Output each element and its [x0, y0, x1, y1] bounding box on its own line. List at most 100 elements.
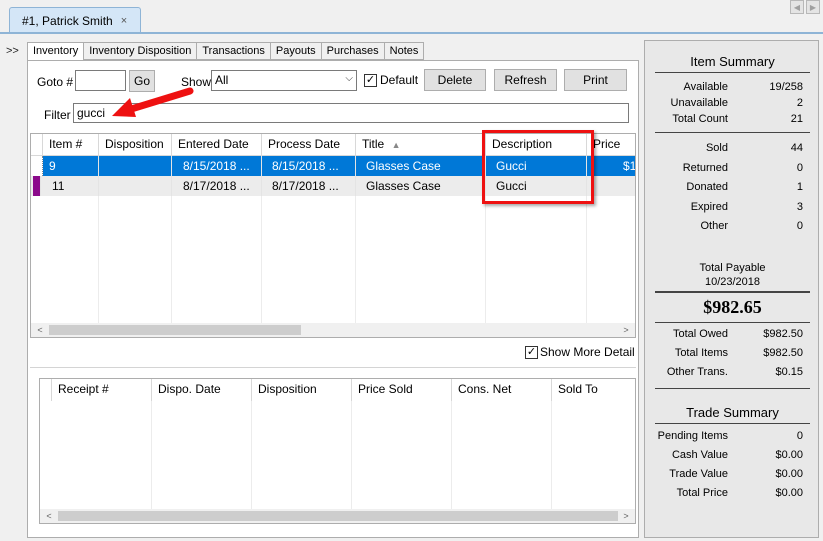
- print-button[interactable]: Print: [564, 69, 627, 91]
- summary-row: Other 0: [700, 220, 803, 232]
- summary-row: Sold 44: [705, 142, 803, 154]
- detail-grid: Receipt # Dispo. Date Disposition Price …: [39, 378, 636, 524]
- cell-item: 9: [43, 156, 99, 176]
- col-process-date[interactable]: Process Date: [262, 134, 356, 156]
- cell-price: [587, 176, 635, 196]
- scroll-thumb[interactable]: [49, 325, 301, 335]
- tab-strip-border: [0, 32, 823, 34]
- col-disposition[interactable]: Disposition: [252, 379, 352, 401]
- divider: [655, 291, 810, 293]
- summary-row: Unavailable 2: [670, 97, 803, 109]
- goto-label: Goto #: [37, 75, 74, 89]
- cell-disposition: [99, 156, 172, 176]
- checkmark-icon: ✓: [525, 345, 538, 359]
- col-price-sold[interactable]: Price Sold: [352, 379, 452, 401]
- horizontal-scrollbar[interactable]: < >: [31, 323, 635, 337]
- grid-line: [98, 196, 99, 323]
- tab-notes[interactable]: Notes: [384, 42, 425, 60]
- cell-item: 11: [43, 176, 99, 196]
- expand-panel-button[interactable]: >>: [6, 45, 19, 57]
- scroll-left-icon[interactable]: <: [42, 509, 56, 523]
- scroll-left-icon[interactable]: <: [33, 323, 47, 337]
- document-tab[interactable]: #1, Patrick Smith ×: [9, 7, 141, 33]
- divider: [655, 132, 810, 133]
- cell-disposition: [99, 176, 172, 196]
- scroll-right-icon[interactable]: ▶: [806, 0, 820, 14]
- total-payable-label: Total Payable: [699, 262, 766, 274]
- show-select-value: All: [215, 73, 229, 87]
- horizontal-scrollbar[interactable]: < >: [40, 509, 635, 523]
- row-marker: [31, 156, 43, 176]
- col-item[interactable]: Item #: [43, 134, 99, 156]
- summary-row: Total Owed $982.50: [672, 328, 803, 340]
- scroll-left-icon[interactable]: ◀: [790, 0, 804, 14]
- summary-row: Donated 1: [686, 181, 803, 193]
- col-price[interactable]: Price: [587, 134, 635, 156]
- document-tab-label: #1, Patrick Smith: [22, 13, 113, 28]
- col-dispo-date[interactable]: Dispo. Date: [152, 379, 252, 401]
- cell-entered-date: 8/17/2018 ...: [172, 176, 262, 196]
- grid-line: [261, 196, 262, 323]
- tab-inventory[interactable]: Inventory: [27, 42, 85, 61]
- annotation-highlight-box: [482, 130, 594, 204]
- divider: [655, 388, 810, 389]
- scroll-right-icon[interactable]: >: [619, 323, 633, 337]
- row-marker: [33, 176, 41, 196]
- col-cons-net[interactable]: Cons. Net: [452, 379, 552, 401]
- cell-title: Glasses Case: [356, 176, 486, 196]
- summary-row: Trade Value $0.00: [669, 468, 803, 480]
- row-header-corner: [31, 134, 43, 156]
- col-title[interactable]: Title ▲: [356, 134, 486, 156]
- col-receipt[interactable]: Receipt #: [52, 379, 152, 401]
- grid-line: [251, 401, 252, 509]
- trade-summary-title: Trade Summary: [686, 405, 779, 420]
- chevron-down-icon: ⌵: [345, 73, 353, 84]
- summary-row: Available 19/258: [683, 81, 803, 93]
- grid-line: [551, 401, 552, 509]
- grid-line: [485, 196, 486, 323]
- tab-transactions[interactable]: Transactions: [197, 42, 271, 60]
- filter-label: Filter: [44, 108, 71, 122]
- default-label: Default: [380, 73, 419, 87]
- col-disposition[interactable]: Disposition: [99, 134, 172, 156]
- close-icon[interactable]: ×: [121, 15, 127, 27]
- tab-inventory-disposition[interactable]: Inventory Disposition: [84, 42, 198, 60]
- sort-up-icon: ▲: [391, 140, 401, 150]
- scroll-thumb[interactable]: [58, 511, 618, 521]
- col-title-label: Title: [362, 137, 385, 151]
- divider: [655, 72, 810, 73]
- subtab-bar: Inventory Inventory Disposition Transact…: [27, 42, 425, 61]
- show-more-detail-checkbox[interactable]: ✓ Show More Detail: [525, 345, 635, 359]
- summary-row: Total Count 21: [672, 113, 803, 125]
- cell-process-date: 8/15/2018 ...: [262, 156, 356, 176]
- summary-row: Total Items $982.50: [674, 347, 803, 359]
- default-checkbox[interactable]: ✓ Default: [364, 73, 418, 87]
- row-header-corner: [40, 379, 52, 401]
- summary-row: Returned 0: [682, 162, 803, 174]
- cell-entered-date: 8/15/2018 ...: [172, 156, 262, 176]
- col-entered-date[interactable]: Entered Date: [172, 134, 262, 156]
- summary-row: Cash Value $0.00: [671, 449, 803, 461]
- cell-process-date: 8/17/2018 ...: [262, 176, 356, 196]
- summary-row: Other Trans. $0.15: [666, 366, 803, 378]
- divider: [655, 423, 810, 424]
- tab-purchases[interactable]: Purchases: [321, 42, 385, 60]
- grid-line: [171, 196, 172, 323]
- delete-button[interactable]: Delete: [424, 69, 486, 91]
- annotation-arrow-icon: [112, 87, 194, 117]
- grid-line: [355, 196, 356, 323]
- checkmark-icon: ✓: [364, 73, 377, 87]
- grid-line: [151, 401, 152, 509]
- summary-row: Expired 3: [690, 201, 803, 213]
- show-select[interactable]: All ⌵: [211, 70, 357, 91]
- tab-payouts[interactable]: Payouts: [270, 42, 322, 60]
- show-more-detail-label: Show More Detail: [540, 345, 635, 359]
- refresh-button[interactable]: Refresh: [494, 69, 557, 91]
- divider: [655, 322, 810, 323]
- cell-price: $1: [587, 156, 635, 176]
- summary-row: Total Price $0.00: [676, 487, 803, 499]
- cell-title: Glasses Case: [356, 156, 486, 176]
- item-summary-title: Item Summary: [690, 54, 775, 69]
- scroll-right-icon[interactable]: >: [619, 509, 633, 523]
- col-sold-to[interactable]: Sold To: [552, 379, 635, 401]
